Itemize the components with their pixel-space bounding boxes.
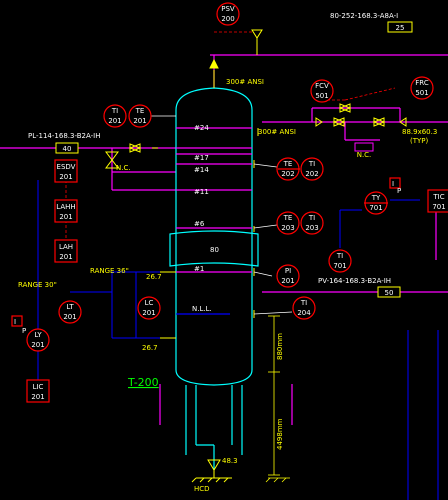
range-mid-label: RANGE 36" xyxy=(90,267,129,275)
packing-label: 80 xyxy=(210,246,219,254)
ly201-code: LY xyxy=(34,331,42,339)
lah201-code: LAH xyxy=(59,243,73,251)
esdv201-code: ESDV xyxy=(57,163,76,171)
dim-267-bot: 26.7 xyxy=(142,344,158,352)
nc-right-label: N.C. xyxy=(357,151,372,159)
column-t200 xyxy=(169,87,259,470)
psv200-code: PSV xyxy=(221,5,235,13)
lt201-code: LT xyxy=(66,303,74,311)
ansi-side-label: 300# ANSI xyxy=(258,128,296,136)
lc201-code: LC xyxy=(145,299,154,307)
psv-valve-body xyxy=(251,29,263,39)
pi201-num: 201 xyxy=(281,277,294,285)
ti202-num: 202 xyxy=(305,170,318,178)
top-line-number: 25 xyxy=(396,24,405,32)
tray-11-label: #11 xyxy=(194,188,209,196)
dim-880-label: 880mm xyxy=(276,333,284,360)
tray-17-label: #17 xyxy=(194,154,209,162)
lic201-num: 201 xyxy=(31,393,44,401)
dim-267-top: 26.7 xyxy=(146,273,162,281)
ti201-code: TI xyxy=(111,107,118,115)
frc-signal xyxy=(344,87,396,101)
lic201-code: LIC xyxy=(33,383,44,391)
te203-num: 203 xyxy=(281,224,294,232)
frc501-num: 501 xyxy=(415,89,428,97)
range-left-label: RANGE 30" xyxy=(18,281,57,289)
pl-line-label: PL-114-168.3-B2A-IH xyxy=(28,132,100,140)
reducer-typ-label: (TYP) xyxy=(410,137,429,145)
tray-labels: #24 #17 #14 #11 #6 #1 xyxy=(194,124,209,273)
lt201-num: 201 xyxy=(63,313,76,321)
ty701-code: TY xyxy=(371,194,381,202)
ti202-code: TI xyxy=(308,160,315,168)
dim-4498-label: 4498mm xyxy=(276,418,284,450)
ti204-code: TI xyxy=(300,299,307,307)
p-left: P xyxy=(22,327,26,335)
te202-num: 202 xyxy=(281,170,294,178)
tic701-code: TIC xyxy=(432,193,444,201)
tray-14-label: #14 xyxy=(194,166,209,174)
tray-24-label: #24 xyxy=(194,124,209,132)
hcd-label: HCD xyxy=(194,485,210,493)
ti701-num: 701 xyxy=(333,262,346,270)
ansi-top-label: 300# ANSI xyxy=(226,78,264,86)
column-top-head xyxy=(175,87,253,111)
pv-line-label: PV-164-168.3-B2A-IH xyxy=(318,277,391,285)
ly201-num: 201 xyxy=(31,341,44,349)
drain-size-label: 48.3 xyxy=(222,457,238,465)
psv200-num: 200 xyxy=(221,15,234,23)
pid-diagram: PSV 200 80-252-168.3-A8A-I 25 300# ANSI … xyxy=(0,0,448,500)
fcv501-code: FCV xyxy=(315,82,329,90)
pi201-code: PI xyxy=(285,267,291,275)
i-right: I xyxy=(392,180,394,188)
te201-num: 201 xyxy=(133,117,146,125)
reducer-label: 88.9x60.3 xyxy=(402,128,437,136)
psv-outlet-arrow xyxy=(209,58,219,69)
lahh201-code: LAHH xyxy=(56,203,75,211)
ti204-num: 204 xyxy=(297,309,311,317)
fcv501-num: 501 xyxy=(315,92,328,100)
te202-code: TE xyxy=(283,160,293,168)
ty701-num: 701 xyxy=(369,204,382,212)
ti201-num: 201 xyxy=(108,117,121,125)
nozzles xyxy=(105,29,407,478)
tray-1-label: #1 xyxy=(194,265,204,273)
equipment-title: T-200 xyxy=(127,376,159,389)
p-right: P xyxy=(397,187,401,195)
nll-label: N.L.L. xyxy=(192,305,212,313)
tic701-num: 701 xyxy=(432,203,445,211)
frc501-code: FRC xyxy=(415,79,429,87)
esdv201-num: 201 xyxy=(59,173,72,181)
top-line-label: 80-252-168.3-A8A-I xyxy=(330,12,398,20)
line-number-boxes xyxy=(55,21,413,298)
tray-6-label: #6 xyxy=(194,220,205,228)
te201-code: TE xyxy=(135,107,145,115)
lc201-num: 201 xyxy=(142,309,155,317)
nc-left-label: N.C. xyxy=(116,164,131,172)
lahh201-num: 201 xyxy=(59,213,72,221)
pl-line-number: 40 xyxy=(63,145,72,153)
ti701-code: TI xyxy=(336,252,343,260)
bubble-connectors xyxy=(140,115,293,315)
pv-line-number: 50 xyxy=(385,289,394,297)
ti203-num: 203 xyxy=(305,224,318,232)
hcd-ground xyxy=(191,477,232,483)
column-bottom-head xyxy=(175,369,253,386)
electric-signals xyxy=(65,31,396,260)
te203-code: TE xyxy=(283,214,293,222)
lah201-num: 201 xyxy=(59,253,72,261)
ti203-code: TI xyxy=(308,214,315,222)
nc-right-box xyxy=(354,142,374,152)
i-left: I xyxy=(14,318,16,326)
